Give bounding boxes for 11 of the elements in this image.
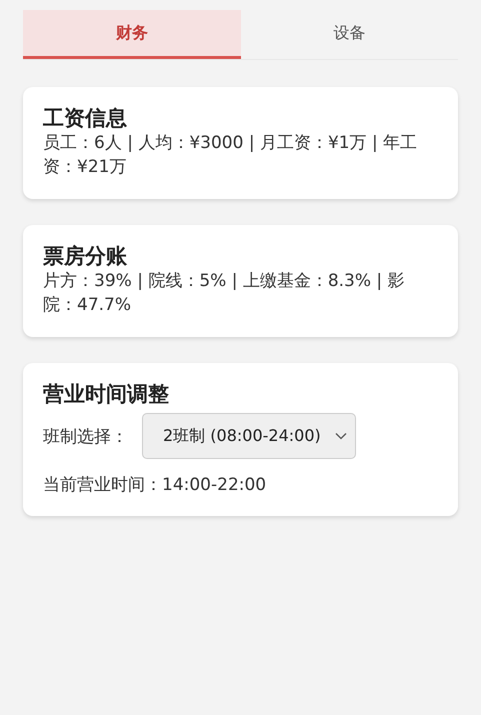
card-title: 营业时间调整 bbox=[43, 381, 170, 407]
tab[interactable]: 财务 bbox=[23, 10, 240, 59]
select-label: 班制选择： bbox=[43, 426, 128, 448]
card-text: 员工：6人 | 人均：¥3000 | 月工资：¥1万 | 年工资：¥21万 bbox=[43, 132, 418, 179]
shift-dropdown[interactable]: 2班制 (08:00-24:00) bbox=[142, 413, 356, 459]
tab[interactable]: 设备 bbox=[240, 10, 458, 59]
current-hours-text: 当前营业时间：14:00-22:00 bbox=[43, 474, 268, 496]
chevron-down-icon bbox=[334, 432, 347, 440]
card-title: 工资信息 bbox=[43, 105, 128, 131]
card-title: 票房分账 bbox=[43, 243, 128, 269]
card-text: 片方：39% | 院线：5% | 上缴基金：8.3% | 影院：47.7% bbox=[43, 270, 406, 317]
